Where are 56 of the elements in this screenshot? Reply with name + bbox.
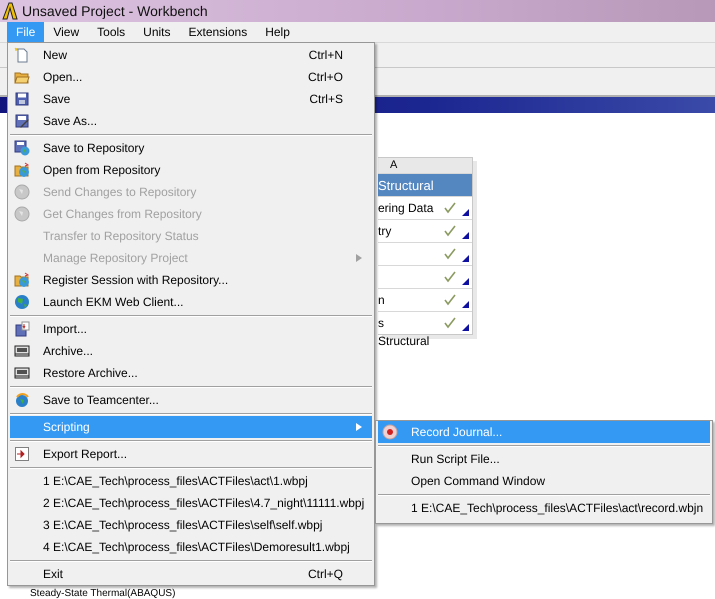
globe-icon bbox=[14, 392, 30, 408]
app-logo-icon bbox=[2, 2, 18, 20]
menu-item[interactable]: Save Ctrl+S bbox=[10, 88, 372, 110]
column-header: A bbox=[378, 158, 472, 173]
menu-item[interactable]: Units bbox=[134, 22, 180, 42]
menu-item[interactable]: Tools bbox=[88, 22, 134, 42]
system-title[interactable]: Structural bbox=[378, 173, 472, 196]
import-icon bbox=[14, 321, 30, 337]
menu-item[interactable]: Exit Ctrl+Q bbox=[10, 563, 372, 585]
menu-item[interactable]: Help bbox=[256, 22, 299, 42]
corner-triangle-icon bbox=[462, 324, 469, 331]
tree-item[interactable]: Steady-State Thermal(ABAQUS) bbox=[30, 588, 176, 599]
cell-label[interactable]: s bbox=[378, 316, 444, 330]
corner-triangle-icon bbox=[462, 278, 469, 285]
save-as-icon bbox=[14, 113, 30, 129]
corner-triangle-icon bbox=[462, 255, 469, 262]
corner-triangle-icon bbox=[462, 209, 469, 216]
menu-item[interactable]: Register Session with Repository... bbox=[10, 269, 372, 291]
globe-icon bbox=[14, 206, 30, 222]
cell-label[interactable]: n bbox=[378, 293, 444, 307]
menu-item[interactable]: Run Script File... bbox=[378, 448, 710, 470]
archive-box-icon bbox=[14, 365, 30, 381]
menu-item[interactable]: 2 E:\CAE_Tech\process_files\ACTFiles\4.7_night\11111.wbpj bbox=[10, 492, 372, 514]
menu-item[interactable]: Open Command Window bbox=[378, 470, 710, 492]
globe-icon bbox=[14, 294, 30, 310]
menu-item[interactable]: 1 E:\CAE_Tech\process_files\ACTFiles\act\record.wbjn bbox=[378, 497, 710, 519]
menu-item[interactable]: 4 E:\CAE_Tech\process_files\ACTFiles\Demoresult1.wbpj bbox=[10, 536, 372, 558]
menu-item[interactable]: Archive... bbox=[10, 340, 372, 362]
corner-triangle-icon bbox=[462, 301, 469, 308]
menu-item[interactable]: View bbox=[44, 22, 88, 42]
menu-item[interactable]: Extensions bbox=[180, 22, 256, 42]
menu-item[interactable]: Restore Archive... bbox=[10, 362, 372, 384]
menu-item[interactable]: Import... bbox=[10, 318, 372, 340]
menu-item[interactable]: Save to Repository bbox=[10, 137, 372, 159]
menu-item[interactable]: 3 E:\CAE_Tech\process_files\ACTFiles\self\self.wbpj bbox=[10, 514, 372, 536]
corner-triangle-icon bbox=[462, 232, 469, 239]
record-icon bbox=[382, 424, 398, 440]
cell-label[interactable]: try bbox=[378, 224, 444, 238]
menu-item[interactable]: Open... Ctrl+O bbox=[10, 66, 372, 88]
menu-item[interactable]: New Ctrl+N bbox=[10, 44, 372, 66]
folder-globe-icon bbox=[14, 272, 30, 288]
menu-item[interactable]: Save As... bbox=[10, 110, 372, 132]
menu-item[interactable]: Launch EKM Web Client... bbox=[10, 291, 372, 313]
new-document-icon bbox=[14, 47, 30, 63]
folder-globe-icon bbox=[14, 162, 30, 178]
globe-icon bbox=[14, 184, 30, 200]
floppy-globe-icon bbox=[14, 140, 30, 156]
window-title: Unsaved Project - Workbench bbox=[22, 3, 208, 19]
menu-item[interactable]: Export Report... bbox=[10, 443, 372, 465]
system-caption: Structural bbox=[378, 334, 430, 348]
export-report-icon bbox=[14, 446, 30, 462]
cell-label[interactable]: ering Data bbox=[378, 201, 444, 215]
menu-item[interactable]: Open from Repository bbox=[10, 159, 372, 181]
menu-item[interactable]: 1 E:\CAE_Tech\process_files\ACTFiles\act\1.wbpj bbox=[10, 470, 372, 492]
menu-item[interactable]: Save to Teamcenter... bbox=[10, 389, 372, 411]
archive-box-icon bbox=[14, 343, 30, 359]
